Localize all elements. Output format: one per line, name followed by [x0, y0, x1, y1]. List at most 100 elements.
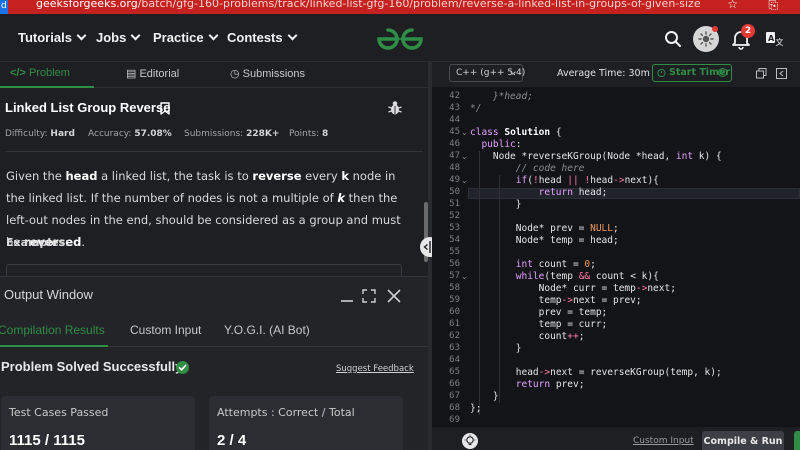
code-line[interactable]: } — [470, 199, 522, 210]
line-number: 53 — [449, 223, 460, 233]
output-tabs: Compilation Results Custom Input Y.O.G.I… — [0, 317, 428, 347]
accuracy-value: 57.08% — [134, 129, 172, 139]
line-number: 46 — [449, 139, 460, 149]
play-circle-icon — [718, 68, 727, 77]
code-line[interactable]: while(temp && count < k){ — [470, 271, 659, 282]
bookmark-icon[interactable] — [160, 102, 170, 115]
tab-problem-label: Problem — [28, 67, 70, 79]
code-line[interactable]: Node* curr = temp->next; — [470, 283, 676, 294]
svg-text:文: 文 — [776, 37, 784, 47]
line-number: 57 — [449, 271, 460, 281]
check-circle-icon — [176, 361, 189, 374]
expand-icon[interactable] — [362, 289, 376, 303]
url-text[interactable]: geeksforgeeks.org/batch/gfg-160-problems… — [36, 0, 701, 10]
tab-editorial[interactable]: ▤ Editorial — [126, 67, 179, 80]
code-line[interactable]: }*head; — [470, 91, 533, 102]
bookmark-star-icon[interactable]: ☆ — [727, 0, 738, 11]
line-number: 56 — [449, 259, 460, 269]
code-line[interactable]: temp->next = prev; — [470, 295, 642, 306]
code-line[interactable]: } — [470, 391, 499, 402]
code-line[interactable]: return prev; — [470, 379, 585, 390]
lightbulb-icon — [464, 434, 476, 446]
app-root: d geeksforgeeks.org/batch/gfg-160-proble… — [0, 0, 800, 450]
line-number: 54 — [449, 235, 460, 245]
code-line[interactable]: // code here — [470, 163, 585, 174]
language-select[interactable]: C++ (g++ 5.4) — [449, 64, 525, 82]
test-cases-label: Test Cases Passed — [9, 406, 109, 419]
code-line[interactable]: head->next = reverseKGroup(temp, k); — [470, 367, 722, 378]
line-number: 44 — [449, 115, 460, 125]
custom-input-link[interactable]: Custom Input — [633, 436, 694, 446]
search-icon[interactable] — [664, 30, 682, 48]
average-time: Average Time: 30m — [557, 68, 650, 79]
nav-practice[interactable]: Practice — [153, 30, 219, 45]
report-bug-icon[interactable] — [388, 100, 402, 116]
code-line[interactable]: return head; — [470, 187, 608, 198]
reset-icon[interactable] — [776, 68, 787, 79]
code-line[interactable]: } — [470, 343, 522, 354]
fold-chevron-icon[interactable]: ⌄ — [461, 152, 469, 161]
nav-contests[interactable]: Contests — [227, 30, 298, 45]
meta-divider — [5, 151, 423, 152]
editor-panel: C++ (g++ 5.4) Average Time: 30m Start Ti… — [432, 62, 800, 450]
problem-title: Linked List Group Reverse — [5, 100, 171, 115]
code-line[interactable]: Node* temp = head; — [470, 235, 619, 246]
difficulty-meta: Difficulty: Hard — [5, 129, 75, 139]
fold-chevron-icon[interactable]: ⌄ — [461, 176, 469, 185]
minimize-icon[interactable] — [340, 289, 354, 303]
code-line[interactable]: public: — [470, 139, 521, 150]
nav-jobs[interactable]: Jobs — [96, 30, 141, 45]
line-number: 55 — [449, 247, 460, 257]
chevron-down-icon — [208, 30, 219, 41]
code-line[interactable]: class Solution { — [470, 127, 562, 138]
hint-button[interactable] — [462, 433, 478, 449]
points-value: 8 — [321, 129, 329, 139]
desc-bold-italic: k — [337, 191, 345, 205]
copy-icon[interactable] — [756, 68, 767, 79]
close-icon[interactable] — [387, 289, 401, 303]
difficulty-label: Difficulty: — [5, 129, 48, 139]
desc-text: Given the — [6, 169, 66, 183]
browser-address-bar[interactable]: d geeksforgeeks.org/batch/gfg-160-proble… — [0, 0, 800, 14]
tab-yogi-ai-bot[interactable]: Y.O.G.I. (AI Bot) — [224, 323, 310, 337]
tab-custom-input[interactable]: Custom Input — [130, 323, 201, 337]
browser-tab-indicator[interactable]: d — [0, 0, 8, 14]
start-timer-button[interactable]: Start Timer — [652, 64, 732, 82]
code-line[interactable]: Node *reverseKGroup(Node *head, int k) { — [470, 151, 722, 162]
line-number: 69 — [449, 415, 460, 425]
code-line[interactable]: */ — [470, 103, 481, 114]
tab-submissions-label: Submissions — [242, 68, 306, 80]
theme-toggle-button[interactable] — [693, 26, 719, 52]
code-line[interactable]: }; — [470, 403, 481, 414]
tab-compilation-results[interactable]: Compilation Results — [0, 323, 105, 337]
suggest-feedback-link[interactable]: Suggest Feedback — [336, 364, 414, 374]
tab-submissions[interactable]: ◷ Submissions — [230, 67, 305, 80]
document-icon: ▤ — [126, 68, 137, 80]
code-editor[interactable]: 42 }*head; 43 */44 45 ⌄ class Solution {46 pu… — [432, 87, 800, 427]
submissions-meta: Submissions: 228K+ — [184, 129, 279, 139]
notifications-button[interactable]: 2 — [731, 24, 755, 50]
fold-chevron-icon[interactable]: ⌄ — [461, 272, 469, 281]
code-line[interactable]: temp = curr; — [470, 319, 608, 330]
code-line[interactable]: Node* prev = NULL; — [470, 223, 619, 234]
nav-tutorials[interactable]: Tutorials — [18, 30, 87, 45]
nav-jobs-label: Jobs — [96, 30, 127, 45]
submit-button[interactable] — [794, 431, 800, 450]
problem-tabs: </> Problem ▤ Editorial ◷ Submissions — [0, 62, 428, 88]
code-line[interactable]: count++; — [470, 331, 585, 342]
tab-problem[interactable]: </> Problem — [10, 67, 70, 79]
url-host: geeksforgeeks.org — [36, 0, 138, 10]
line-number: 50 — [449, 187, 460, 197]
code-line[interactable]: int count = 0; — [470, 259, 596, 270]
compile-run-button[interactable]: Compile & Run — [702, 431, 784, 450]
extensions-icon[interactable]: ⎘ — [768, 0, 778, 13]
gfg-logo-icon[interactable] — [376, 26, 424, 52]
line-number: 58 — [449, 283, 460, 293]
attempts-label: Attempts : Correct / Total — [217, 406, 355, 419]
fold-chevron-icon[interactable]: ⌄ — [461, 128, 469, 137]
code-line[interactable]: if(!head || !head->next){ — [470, 175, 659, 186]
points-meta: Points: 8 — [289, 129, 328, 139]
code-line[interactable]: prev = temp; — [470, 307, 608, 318]
translate-icon[interactable]: A 文 — [765, 30, 783, 48]
line-number: 68 — [449, 403, 460, 413]
